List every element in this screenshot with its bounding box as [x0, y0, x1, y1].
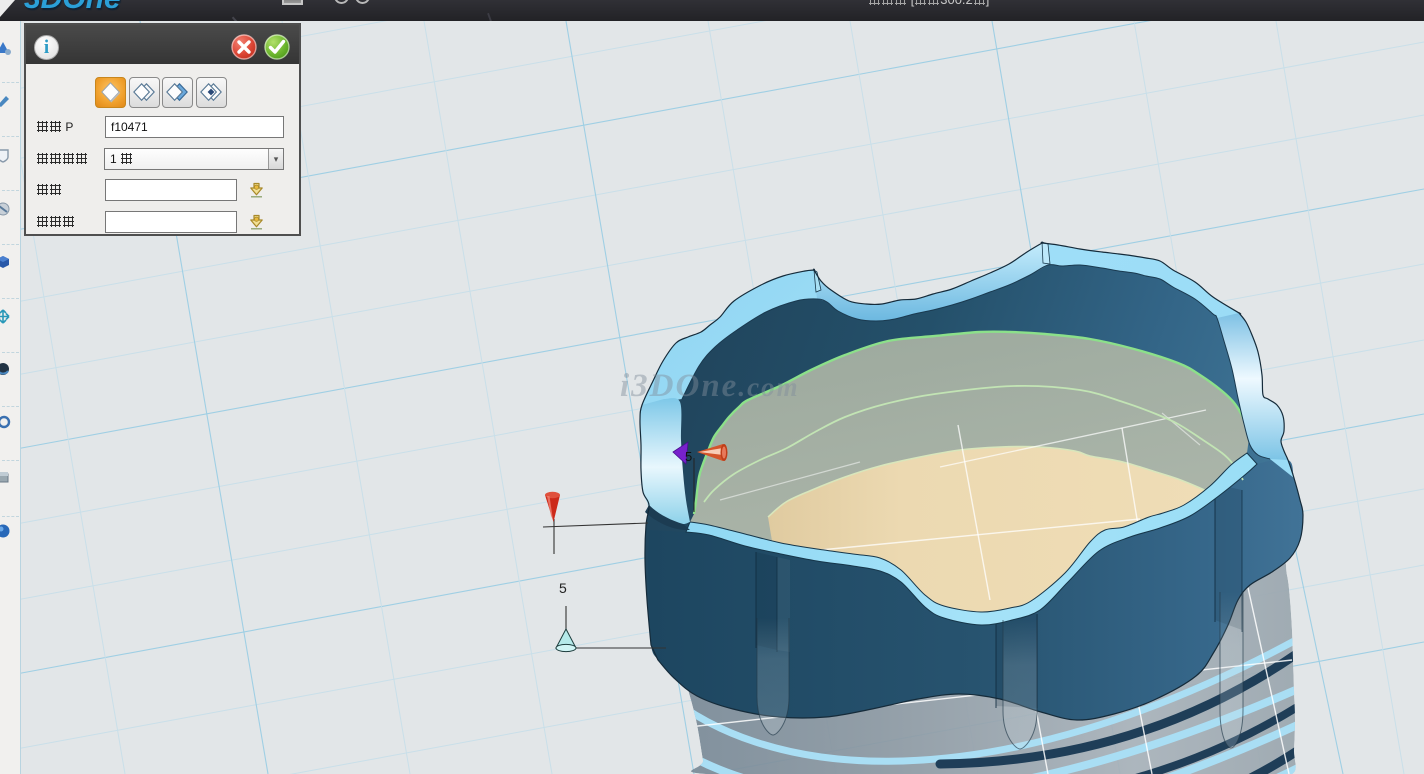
- svg-text:5: 5: [685, 449, 692, 464]
- svg-text:i3DOne.com: i3DOne.com: [620, 368, 800, 404]
- svg-text:5: 5: [559, 580, 567, 596]
